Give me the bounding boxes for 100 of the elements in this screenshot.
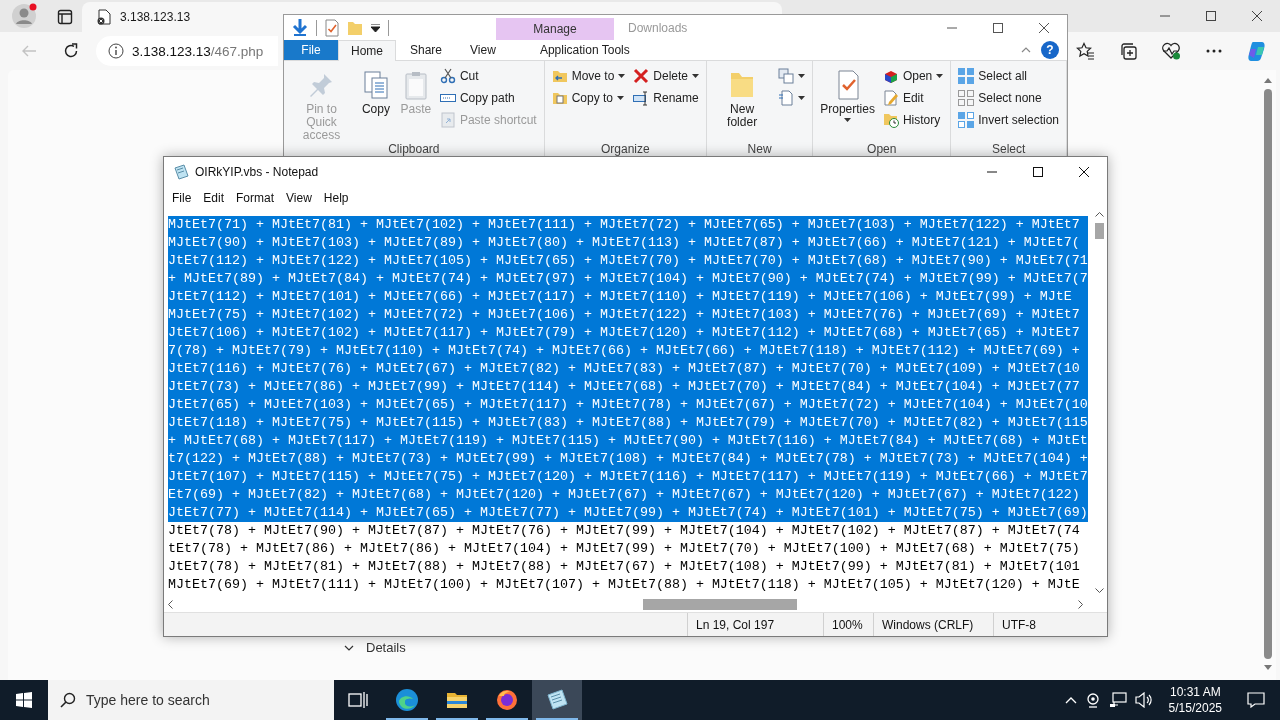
group-label: Open xyxy=(866,142,898,156)
window-title: OIRkYIP.vbs - Notepad xyxy=(195,165,320,179)
document-icon xyxy=(778,90,795,106)
status-zoom: 100% xyxy=(823,613,873,636)
menu-item[interactable]: Edit xyxy=(197,187,231,208)
scroll-left-icon xyxy=(168,600,173,609)
menu-item[interactable]: Format xyxy=(230,187,281,208)
ribbon-button[interactable]: Cut xyxy=(436,65,540,87)
notepad-icon xyxy=(173,164,189,180)
scissors-icon xyxy=(439,68,456,84)
ribbon-button[interactable]: Copy xyxy=(356,65,395,116)
ribbon-button[interactable]: New folder xyxy=(711,65,774,129)
status-encoding: UTF-8 xyxy=(993,613,1107,636)
ribbon-button[interactable]: Properties xyxy=(817,65,878,122)
caret-icon xyxy=(936,74,944,78)
scroll-down-icon xyxy=(1094,588,1104,593)
more-icon xyxy=(1206,49,1222,53)
ribbon-tab[interactable]: View xyxy=(456,40,510,60)
caret-icon xyxy=(618,74,626,78)
ribbon-button[interactable]: Select all xyxy=(955,65,1062,87)
chevron-down-icon xyxy=(344,644,354,651)
scrollbar-thumb[interactable] xyxy=(1094,223,1104,239)
group-label: New xyxy=(746,142,773,156)
ribbon-button[interactable]: Copy path xyxy=(436,87,540,109)
folder-copy-icon xyxy=(551,90,568,106)
text-line: MJtEt7(69) + MJtEt7(111) + MJtEt7(100) + MJtEt7(107) + MJtEt7(88) + MJtEt7(118) + MJtEt7(105) + MJtEt7(120) + MJtE xyxy=(168,576,1081,594)
folder-icon xyxy=(347,19,363,36)
shortcut-icon xyxy=(439,112,456,128)
ribbon-button[interactable]: Copy to xyxy=(548,87,629,109)
taskbar-app[interactable] xyxy=(532,680,582,720)
ribbon-tab[interactable]: Share xyxy=(396,40,457,60)
menu-item[interactable]: View xyxy=(280,187,318,208)
edit-icon xyxy=(882,90,899,106)
ribbon-tab[interactable]: File xyxy=(284,40,338,60)
ribbon-button[interactable]: History xyxy=(879,109,947,131)
customize-icon xyxy=(371,23,380,32)
ribbon-button[interactable]: Delete xyxy=(630,65,703,87)
notification-icon xyxy=(1247,692,1265,708)
ribbon-button[interactable]: Invert selection xyxy=(955,109,1062,131)
refresh-icon xyxy=(63,43,79,59)
details-label[interactable]: Details xyxy=(366,640,406,655)
info-icon xyxy=(108,43,124,59)
ribbon-button[interactable]: Edit xyxy=(879,87,947,109)
properties-icon xyxy=(325,18,339,37)
ribbon-button[interactable]: Rename xyxy=(630,87,703,109)
clock-time[interactable]: 10:31 AM xyxy=(1169,684,1221,700)
scroll-up-icon xyxy=(1094,212,1104,217)
close-icon xyxy=(1252,11,1262,21)
rename-icon xyxy=(633,90,650,106)
group-label: Organize xyxy=(600,142,651,156)
invert-selection-icon xyxy=(958,112,975,128)
scroll-down-icon xyxy=(1264,665,1272,670)
history-icon xyxy=(882,112,899,128)
maximize-icon xyxy=(1206,11,1216,21)
star-icon xyxy=(1076,42,1094,60)
tab-title: 3.138.123.13 xyxy=(120,10,191,24)
text-line: JtEt7(78) + MJtEt7(81) + MJtEt7(88) + MJtEt7(88) + MJtEt7(67) + MJtEt7(108) + MJtEt7(99) + MJtEt7(81) + MJtEt7(101 xyxy=(168,558,1081,576)
url-text: 3.138.123.13/467.php xyxy=(132,43,264,59)
close-icon xyxy=(1039,22,1049,33)
text-line: JtEt7(78) + MJtEt7(90) + MJtEt7(87) + MJtEt7(76) + MJtEt7(99) + MJtEt7(104) + MJtEt7(102) + MJtEt7(87) + MJtEt7(74 xyxy=(168,522,1081,540)
scroll-up-icon xyxy=(1264,78,1272,83)
caret-icon xyxy=(844,118,852,122)
task-view-icon xyxy=(348,691,368,709)
menu-item[interactable]: File xyxy=(166,187,198,208)
window-title: Downloads xyxy=(627,19,689,37)
help-button[interactable]: ? xyxy=(1041,41,1059,60)
ribbon-tab[interactable]: Home xyxy=(338,40,396,61)
back-icon xyxy=(21,43,37,59)
maximize-icon xyxy=(1033,167,1043,177)
status-line-ending: Windows (CRLF) xyxy=(873,613,993,636)
clock-date[interactable]: 5/15/2025 xyxy=(1168,700,1222,716)
ribbon-tab[interactable]: Application Tools xyxy=(525,40,644,60)
delete-icon xyxy=(633,68,650,84)
collections-icon xyxy=(1119,42,1137,60)
page-icon xyxy=(96,9,112,25)
open-icon xyxy=(882,68,899,84)
chevron-up-icon xyxy=(1021,47,1031,54)
empty-grid-icon xyxy=(958,90,975,106)
maximize-icon xyxy=(993,22,1003,33)
heart-pulse-icon xyxy=(1161,42,1181,60)
caret-icon xyxy=(798,96,806,100)
network-icon xyxy=(1108,692,1127,708)
scrollbar-thumb[interactable] xyxy=(643,599,797,610)
ribbon-button[interactable]: Open xyxy=(879,65,947,87)
profile-icon xyxy=(11,3,37,29)
folder-arrow-icon xyxy=(551,68,568,84)
windows-icon xyxy=(16,692,32,708)
scrollbar-thumb[interactable] xyxy=(1264,89,1272,659)
address-bar[interactable]: 3.138.123.13/467.php xyxy=(96,36,278,66)
tabs-icon xyxy=(57,9,73,25)
ribbon-button[interactable]: Move to xyxy=(548,65,629,87)
menu-item[interactable]: Help xyxy=(317,187,355,208)
firefox-icon xyxy=(495,688,519,712)
caret-icon xyxy=(692,74,700,78)
chevron-up-icon xyxy=(1064,696,1077,704)
search-icon xyxy=(60,692,76,708)
ribbon-button[interactable]: Select none xyxy=(955,87,1062,109)
search-field[interactable]: Type here to search xyxy=(48,680,334,720)
group-label: Select xyxy=(990,142,1027,156)
group-label: Clipboard xyxy=(387,142,441,156)
